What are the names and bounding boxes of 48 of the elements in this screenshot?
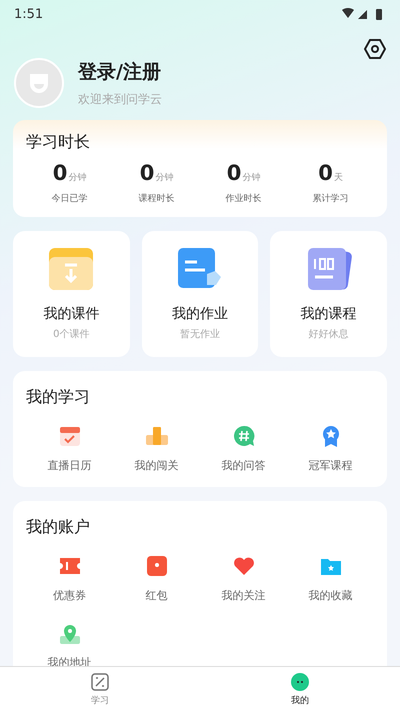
section-title: 我的账户 — [26, 517, 90, 536]
tab[interactable]: 我的 — [200, 667, 400, 712]
tab-label: 我的 — [291, 694, 309, 706]
card-title: 我的课程 — [300, 305, 357, 323]
section-title: 我的学习 — [26, 387, 90, 406]
menu-item[interactable]: 冠军课程 — [308, 458, 352, 473]
settings-icon[interactable] — [364, 38, 386, 60]
stat-label: 课程时长 — [138, 192, 174, 205]
card-title: 我的作业 — [172, 305, 228, 323]
status-time: 1:51 — [14, 6, 44, 22]
score-card-icon — [306, 247, 352, 291]
face-icon — [291, 672, 309, 690]
podium-icon — [144, 424, 168, 448]
feature-card[interactable]: 我的课程 好好休息 — [270, 231, 387, 357]
stat-label: 作业时长 — [226, 192, 262, 205]
percent-square-icon — [91, 672, 109, 690]
menu-item[interactable]: 我的问答 — [222, 458, 266, 473]
menu-item[interactable]: 我的关注 — [222, 588, 266, 603]
card-title: 我的课件 — [43, 305, 100, 323]
menu-item[interactable]: 优惠券 — [53, 588, 86, 603]
stat-unit: 分钟 — [155, 172, 174, 184]
feature-card[interactable]: 我的课件 0个课件 — [13, 231, 130, 357]
stat-unit: 分钟 — [68, 172, 86, 184]
stat-value: 0 — [140, 163, 154, 184]
feature-card[interactable]: 我的作业 暂无作业 — [142, 231, 258, 357]
menu-item[interactable]: 红包 — [146, 588, 168, 603]
card-subtitle: 好好休息 — [308, 328, 349, 341]
hashtag-bubble-icon — [232, 424, 256, 448]
stat-value: 0 — [52, 163, 68, 184]
login-register-link[interactable]: 登录/注册 — [78, 58, 162, 84]
stat-value: 0 — [226, 163, 242, 184]
welcome-text: 欢迎来到问学云 — [78, 90, 162, 108]
stat-label: 累计学习 — [312, 192, 348, 205]
stat-label: 今日已学 — [52, 192, 88, 205]
card-subtitle: 暂无作业 — [180, 328, 220, 341]
stat-unit: 分钟 — [242, 172, 260, 184]
document-icon — [176, 247, 223, 291]
tab[interactable]: 学习 — [0, 667, 200, 712]
menu-item[interactable]: 我的收藏 — [308, 588, 352, 603]
tab-label: 学习 — [91, 694, 109, 706]
card-subtitle: 0个课件 — [53, 328, 90, 341]
section-title: 学习时长 — [26, 132, 90, 151]
calendar-check-icon — [58, 424, 82, 448]
stat-value: 0 — [318, 163, 333, 184]
stat-unit: 天 — [334, 172, 343, 184]
menu-item[interactable]: 我的闯关 — [134, 458, 178, 473]
menu-item[interactable]: 直播日历 — [48, 458, 92, 473]
folder-download-icon — [48, 247, 94, 291]
